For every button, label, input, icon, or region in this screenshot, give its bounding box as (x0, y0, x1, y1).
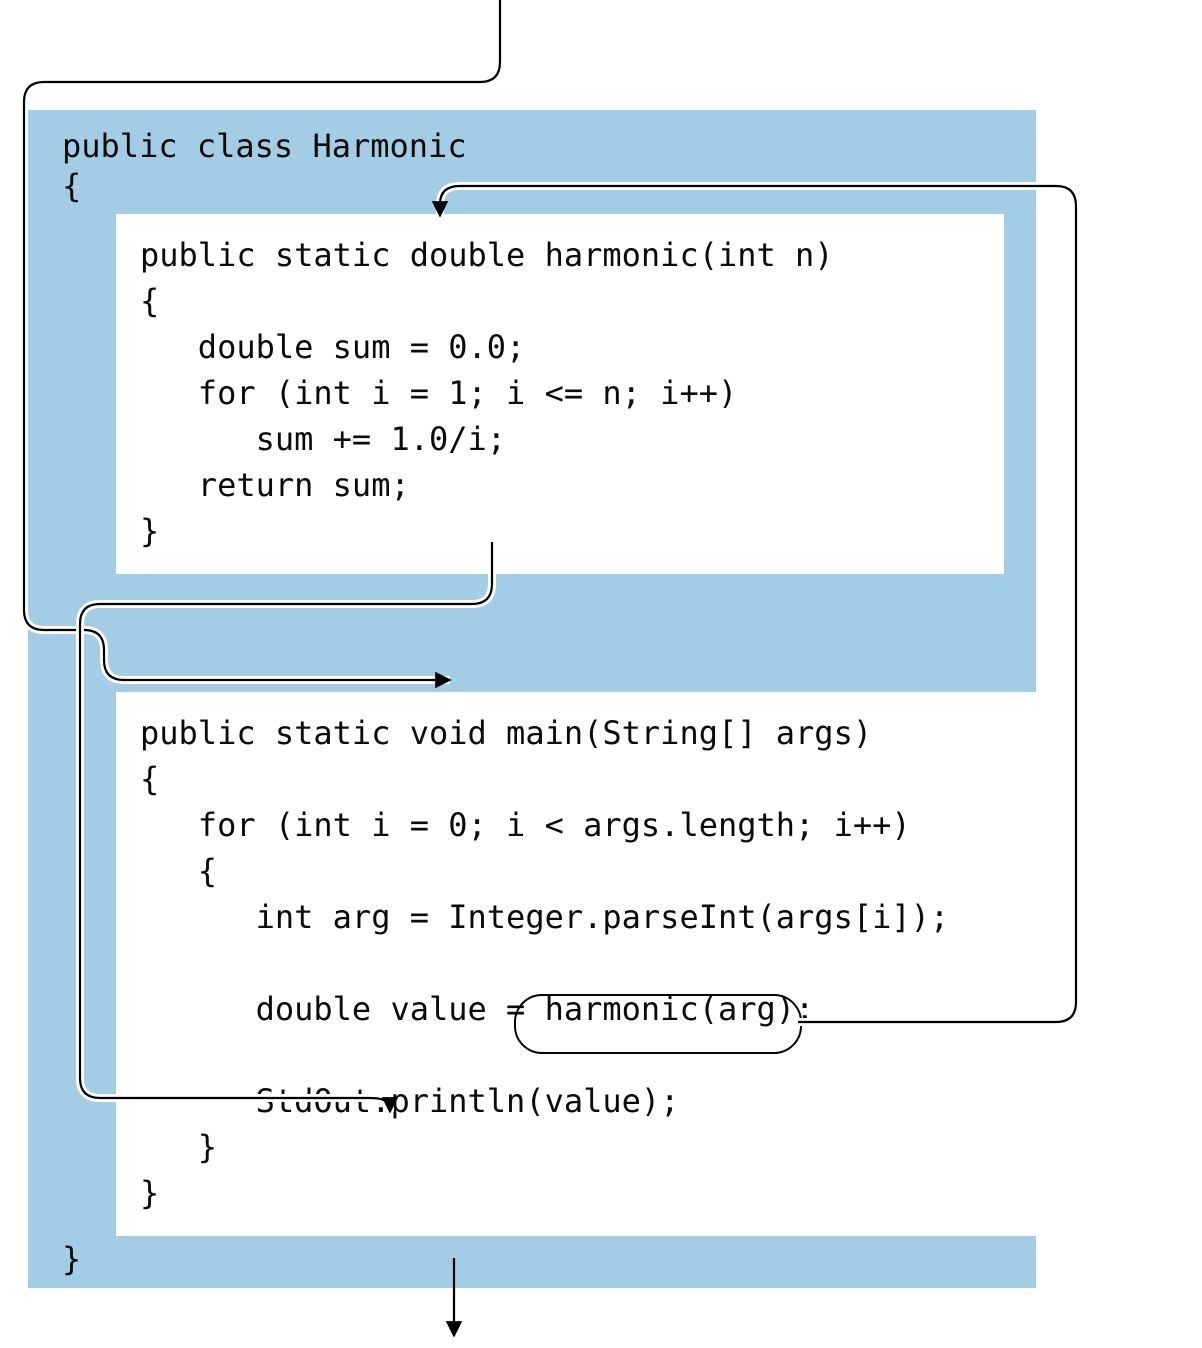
class-declaration: public class Harmonic { (62, 126, 467, 206)
harmonic-call-oval (514, 994, 802, 1054)
class-close-brace: } (62, 1240, 81, 1278)
main-method-box: public static void main(String[] args) {… (116, 692, 1082, 1236)
harmonic-method-box: public static double harmonic(int n) { d… (116, 214, 1004, 574)
diagram-stage: public class Harmonic { } public static … (0, 0, 1202, 1348)
